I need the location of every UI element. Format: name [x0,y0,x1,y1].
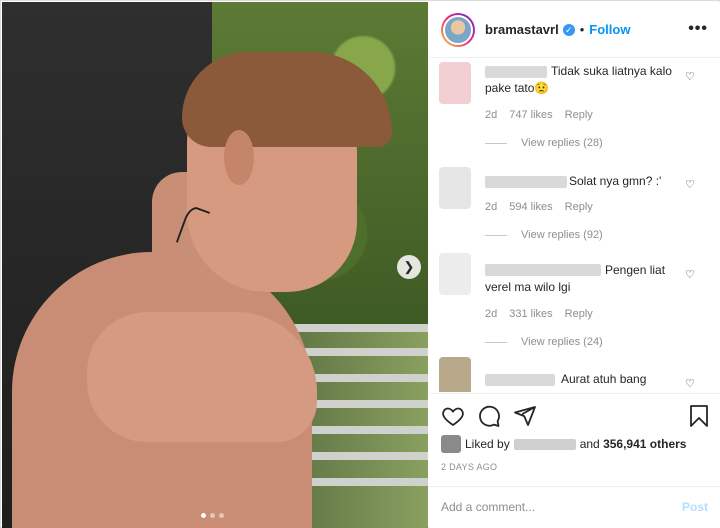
add-comment-bar: Add a comment... Post [429,486,720,528]
view-replies-button[interactable]: View replies (92) [485,229,603,241]
comment-text: Pengen liat verel ma wilo lgi [485,263,666,294]
like-comment-heart-icon[interactable]: ♡ [685,178,695,191]
next-photo-button[interactable]: ❯ [397,255,421,279]
story-ring[interactable] [441,12,475,47]
comment-avatar[interactable] [439,253,471,295]
comment-text: Aurat atuh bang [561,372,647,386]
liked-by-summary[interactable]: Liked by and 356,941 others [441,435,686,453]
comment-time: 2d [485,109,498,121]
like-comment-heart-icon[interactable]: ♡ [685,70,695,83]
divider [485,234,507,236]
reply-button[interactable]: Reply [565,308,593,320]
liked-by-and: and [579,437,600,451]
comment-icon[interactable] [477,404,501,428]
view-replies-button[interactable]: View replies (28) [485,137,603,149]
heart-icon[interactable] [441,404,465,428]
view-replies-button[interactable]: View replies (24) [485,336,603,348]
comment-time: 2d [485,201,498,213]
author-username[interactable]: bramastavrl [485,22,559,37]
comment-meta: 2d 331 likes Reply [485,308,593,320]
liker-username-redacted[interactable] [513,438,576,450]
like-comment-heart-icon[interactable]: ♡ [685,377,695,390]
divider [485,142,507,144]
divider [485,341,507,343]
post-photo[interactable]: ❯ [2,2,428,528]
view-replies-label: View replies (28) [521,137,603,149]
add-comment-input[interactable]: Add a comment... [441,500,535,514]
comments-list[interactable]: Tidak suka liatnya kalo pake tato😟 2d 74… [429,59,720,392]
comment-avatar[interactable] [439,167,471,209]
comment-likes[interactable]: 747 likes [509,109,552,121]
liked-by-prefix: Liked by [465,437,510,451]
photo-person-hand [87,312,317,442]
reply-button[interactable]: Reply [565,109,593,121]
comment-avatar[interactable] [439,357,471,392]
post-modal: ❯ bramastavrl ✓ • Follow ••• Tidak suka … [0,0,720,528]
header-separator: • [579,22,585,37]
comment-text: Solat nya gmn? :' [569,174,662,188]
post-actions-bar [429,393,720,437]
comment-likes[interactable]: 594 likes [509,201,552,213]
likes-count[interactable]: 356,941 others [603,437,686,451]
verified-badge-icon: ✓ [562,23,575,36]
follow-button[interactable]: Follow [589,22,630,37]
post-header: bramastavrl ✓ • Follow ••• [429,2,720,58]
comment-avatar[interactable] [439,62,471,104]
reply-button[interactable]: Reply [565,201,593,213]
avatar[interactable] [443,14,473,45]
carousel-dot [219,513,224,518]
post-panel: bramastavrl ✓ • Follow ••• Tidak suka li… [429,2,720,528]
more-options-icon[interactable]: ••• [688,20,708,38]
post-comment-button[interactable]: Post [682,500,708,514]
view-replies-label: View replies (24) [521,336,603,348]
view-replies-label: View replies (92) [521,229,603,241]
carousel-dot [201,513,206,518]
carousel-indicator [201,513,224,518]
bookmark-icon[interactable] [687,404,711,428]
carousel-dot [210,513,215,518]
comment-likes[interactable]: 331 likes [509,308,552,320]
comment-meta: 2d 594 likes Reply [485,201,593,213]
post-date[interactable]: 2 DAYS AGO [441,462,497,472]
liker-avatar [441,435,461,453]
comment-meta: 2d 747 likes Reply [485,109,593,121]
comment-text: Tidak suka liatnya kalo pake tato😟 [485,64,672,95]
like-comment-heart-icon[interactable]: ♡ [685,268,695,281]
photo-person-ear [224,130,254,185]
comment-time: 2d [485,308,498,320]
share-icon[interactable] [513,404,537,428]
